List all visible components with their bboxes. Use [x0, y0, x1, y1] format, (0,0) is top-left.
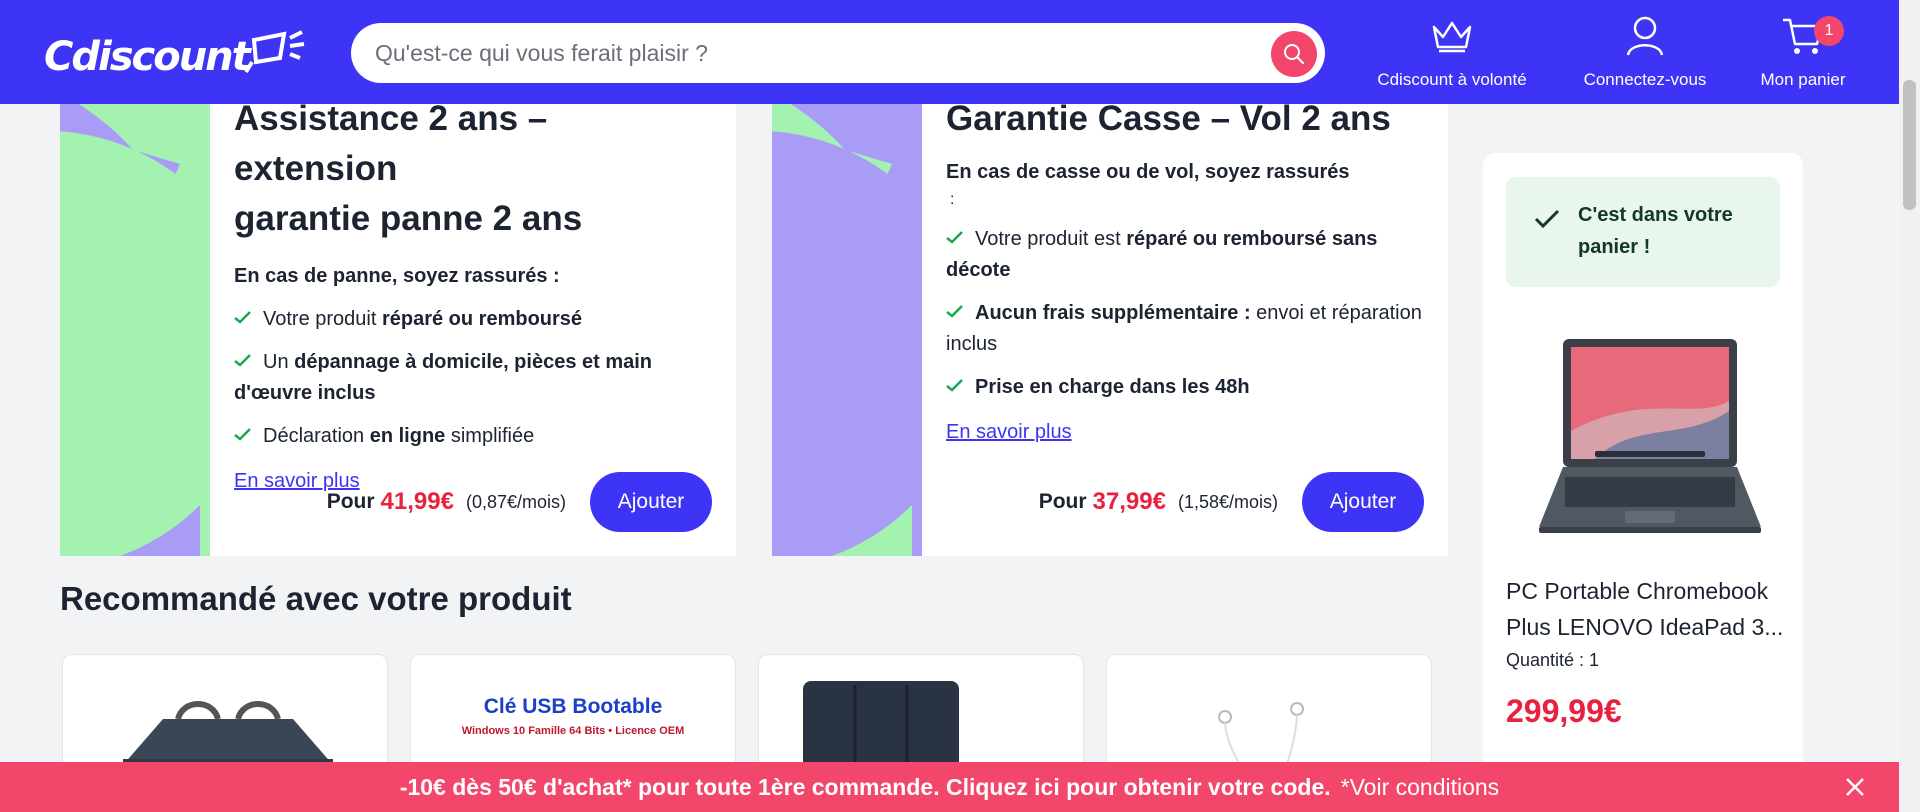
added-to-cart-banner: C'est dans votre panier ! — [1506, 177, 1780, 287]
feature-bold-text: en ligne — [369, 425, 446, 447]
scrollbar-thumb[interactable] — [1903, 80, 1916, 210]
added-to-cart-message: C'est dans votre panier ! — [1578, 204, 1733, 258]
feature-bold-text: réparé ou remboursé — [381, 308, 583, 330]
check-icon — [234, 354, 251, 367]
usb-product-title: Clé USB Bootable — [483, 695, 663, 718]
promo-banner[interactable]: -10€ dès 50€ d'achat* pour toute 1ère co… — [0, 762, 1899, 812]
warranty-decorative-art — [772, 104, 922, 556]
warranty-subtitle: En cas de panne, soyez rassurés : — [234, 265, 560, 287]
promo-conditions-link[interactable]: *Voir conditions — [1341, 774, 1500, 801]
monthly-price: (1,58€/mois) — [1177, 491, 1278, 512]
cart-confirmation-panel: C'est dans votre panier ! PC Portable Ch… — [1483, 153, 1803, 812]
check-icon — [1534, 209, 1560, 229]
page-scrollbar[interactable] — [1899, 0, 1920, 812]
cdiscount-a-volonte-link[interactable]: Cdiscount à volonté — [1372, 14, 1532, 90]
search-icon — [1284, 44, 1304, 64]
feature-text: simplifiée — [445, 425, 535, 447]
warranty-feature: Aucun frais supplémentaire : envoi et ré… — [946, 298, 1424, 360]
check-icon — [946, 305, 963, 318]
usb-product-subtitle: Windows 10 Famille 64 Bits • Licence OEM — [461, 725, 685, 737]
add-warranty-button[interactable]: Ajouter — [1302, 472, 1424, 532]
warranty-card-casse-vol: Garantie Casse – Vol 2 ans En cas de cas… — [772, 104, 1448, 556]
warranty-title-line1: Assistance 2 ans – extension — [234, 104, 548, 188]
promo-text: -10€ dès 50€ d'achat* pour toute 1ère co… — [399, 773, 1331, 800]
feature-bold-text: Prise en charge dans les 48h — [975, 376, 1250, 398]
search-input[interactable] — [375, 39, 1235, 67]
warranty-feature: Un dépannage à domicile, pièces et main … — [234, 347, 712, 409]
site-header: Cdiscount Cdiscount à volonté Connectez-… — [0, 0, 1899, 104]
warranty-feature: Votre produit réparé ou remboursé — [234, 304, 712, 335]
warranty-feature: Votre produit est réparé ou remboursé sa… — [946, 224, 1424, 286]
add-warranty-button[interactable]: Ajouter — [590, 472, 712, 532]
check-icon — [946, 379, 963, 392]
volonte-label: Cdiscount à volonté — [1377, 70, 1527, 89]
svg-text:Cdiscount: Cdiscount — [44, 34, 253, 80]
price-prefix: Pour — [326, 490, 375, 513]
warranty-price: 37,99€ — [1092, 488, 1166, 515]
login-label: Connectez-vous — [1583, 70, 1707, 89]
feature-text: Votre produit — [263, 308, 382, 330]
warranty-subtitle-colon: : — [950, 191, 955, 208]
cdiscount-logo[interactable]: Cdiscount — [44, 24, 306, 80]
recommended-section-title: Recommandé avec votre produit — [60, 580, 572, 617]
feature-text: Un — [263, 351, 295, 373]
cart-product-name[interactable]: PC Portable Chromebook Plus LENOVO IdeaP… — [1506, 573, 1786, 645]
warranty-price: 41,99€ — [380, 488, 454, 515]
warranty-decorative-art — [60, 104, 210, 556]
price-prefix: Pour — [1038, 490, 1087, 513]
warranty-subtitle: En cas de casse ou de vol, soyez rassuré… — [946, 161, 1350, 183]
crown-icon — [1432, 21, 1472, 53]
cart-product-price: 299,99€ — [1506, 693, 1622, 729]
warranty-feature: Prise en charge dans les 48h — [946, 372, 1424, 403]
warranty-feature: Déclaration en ligne simplifiée — [234, 421, 712, 452]
learn-more-link[interactable]: En savoir plus — [946, 421, 1072, 444]
cart-link[interactable]: Mon panier 1 — [1752, 14, 1854, 90]
close-icon[interactable] — [1845, 777, 1865, 797]
feature-bold-text: Aucun frais supplémentaire : — [975, 302, 1251, 324]
search-bar — [351, 23, 1325, 83]
usb-product-image: Clé USB Bootable Windows 10 Famille 64 B… — [411, 695, 735, 737]
warranty-price-row: Pour 41,99€ (0,87€/mois) Ajouter — [327, 472, 712, 532]
check-icon — [234, 428, 251, 441]
cart-product-quantity: Quantité : 1 — [1506, 650, 1600, 670]
warranty-title: Garantie Casse – Vol 2 ans — [946, 104, 1391, 138]
monthly-price: (0,87€/mois) — [465, 491, 566, 512]
warranty-price-row: Pour 37,99€ (1,58€/mois) Ajouter — [1039, 472, 1424, 532]
feature-bold-text: dépannage à domicile, pièces et main d'œ… — [234, 351, 653, 404]
check-icon — [234, 311, 251, 324]
feature-text: Déclaration — [263, 425, 370, 447]
warranty-title-line2: garantie panne 2 ans — [234, 199, 583, 238]
laptop-product-image[interactable] — [1535, 331, 1765, 539]
check-icon — [946, 231, 963, 244]
login-link[interactable]: Connectez-vous — [1576, 14, 1714, 90]
warranty-card-panne: Assistance 2 ans – extension garantie pa… — [60, 104, 736, 556]
cart-label: Mon panier — [1760, 70, 1846, 89]
cart-count-badge: 1 — [1814, 16, 1844, 46]
feature-text: Votre produit est — [975, 228, 1127, 250]
user-icon — [1626, 16, 1664, 56]
search-button[interactable] — [1271, 31, 1317, 77]
